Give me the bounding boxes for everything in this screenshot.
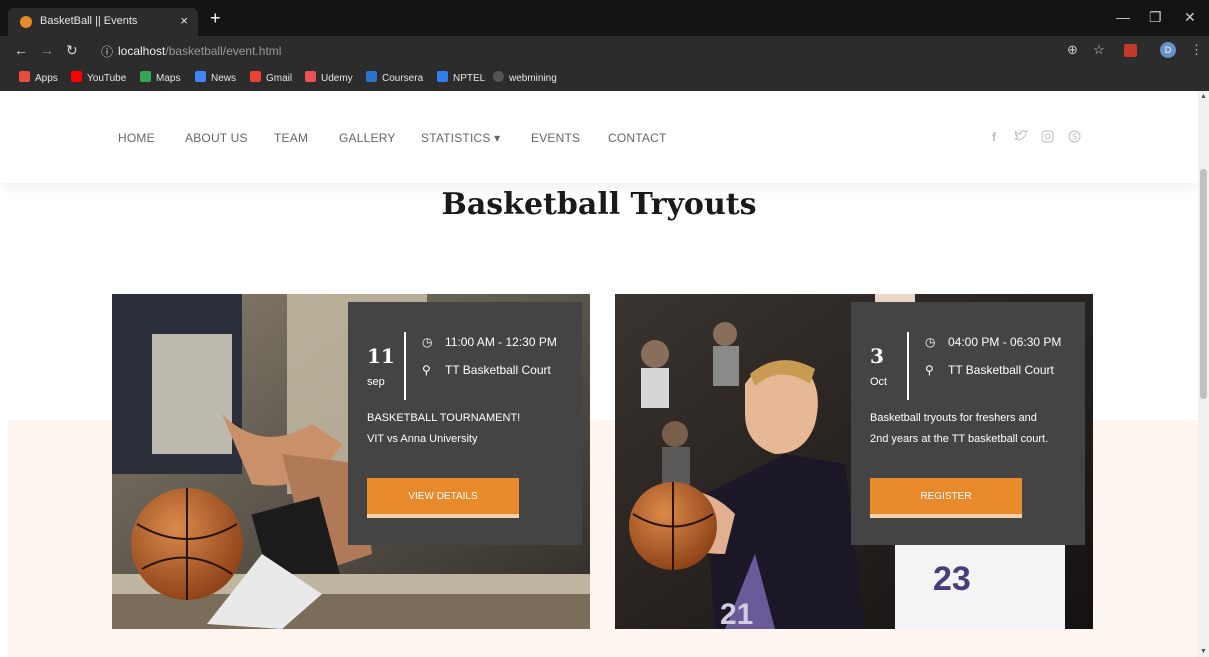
udemy-icon (305, 71, 316, 82)
bookmark-label: webmining (509, 73, 557, 84)
bookmark-gmail[interactable]: Gmail (250, 71, 292, 84)
pdf-extension-icon[interactable] (1124, 44, 1137, 57)
clock-icon: ◷ (422, 335, 433, 349)
event-location: ⚲ TT Basketball Court (925, 363, 1054, 377)
location-pin-icon: ⚲ (925, 363, 934, 377)
page-scrollbar[interactable]: ▲ ▼ (1198, 91, 1209, 657)
nav-about-us[interactable]: ABOUT US (185, 131, 248, 145)
new-tab-button[interactable]: + (210, 8, 221, 29)
scrollbar-thumb[interactable] (1200, 169, 1207, 399)
bookmark-coursera[interactable]: Coursera (366, 71, 423, 84)
svg-text:23: 23 (933, 560, 971, 598)
nav-team[interactable]: TEAM (274, 131, 308, 145)
bookmark-label: Apps (35, 73, 58, 84)
news-icon (195, 71, 206, 82)
bookmarks-bar: Apps YouTube Maps News Gmail Udemy Cours… (0, 65, 1209, 92)
github-icon (493, 71, 504, 82)
bookmark-news[interactable]: News (195, 71, 236, 84)
bookmark-label: News (211, 73, 237, 84)
event-time: ◷ 11:00 AM - 12:30 PM (422, 335, 557, 349)
reload-icon[interactable]: ↻ (66, 42, 78, 59)
basketball-favicon-icon (20, 16, 32, 28)
scroll-up-icon[interactable]: ▲ (1200, 93, 1207, 100)
back-icon[interactable]: ← (14, 42, 28, 58)
event-desc-line-1: Basketball tryouts for freshers and (870, 412, 1037, 424)
nav-home[interactable]: HOME (118, 131, 155, 145)
info-icon[interactable]: ⓘ (101, 43, 113, 60)
event-location-text: TT Basketball Court (445, 363, 551, 377)
event-desc-line-1: BASKETBALL TOURNAMENT! (367, 412, 521, 424)
bookmark-label: Gmail (266, 73, 293, 84)
browser-titlebar: BasketBall || Events × + — ❐ ✕ (0, 0, 1209, 36)
nptel-icon (437, 71, 448, 82)
minimize-icon[interactable]: — (1116, 9, 1130, 25)
event-month: Oct (870, 376, 888, 388)
bookmark-maps[interactable]: Maps (140, 71, 180, 84)
view-details-button[interactable]: VIEW DETAILS (367, 478, 519, 518)
scroll-down-icon[interactable]: ▼ (1200, 648, 1207, 655)
event-month: sep (367, 376, 385, 388)
bookmark-youtube[interactable]: YouTube (71, 71, 126, 84)
event-time: ◷ 04:00 PM - 06:30 PM (925, 335, 1061, 349)
bookmark-label: Udemy (321, 73, 353, 84)
register-button[interactable]: REGISTER (870, 478, 1022, 518)
facebook-icon[interactable]: f (992, 130, 996, 144)
bookmark-label: YouTube (87, 73, 127, 84)
url-text: localhost/basketball/event.html (118, 44, 281, 58)
svg-text:21: 21 (720, 598, 753, 629)
apps-grid-icon (19, 71, 30, 82)
zoom-icon[interactable]: ⊕ (1067, 42, 1078, 58)
event-day: 11 (367, 344, 395, 368)
bookmark-nptel[interactable]: NPTEL (437, 71, 485, 84)
tab-title: BasketBall || Events (40, 15, 138, 27)
instagram-icon[interactable] (1041, 130, 1054, 146)
event-info-card-2: 3 Oct ◷ 04:00 PM - 06:30 PM ⚲ TT Basketbal… (851, 302, 1085, 545)
maps-icon (140, 71, 151, 82)
location-pin-icon: ⚲ (422, 363, 431, 377)
page-viewport: HOME ABOUT US TEAM GALLERY STATISTICS ▾ … (0, 91, 1198, 657)
date-divider (907, 332, 909, 400)
svg-text:S: S (1072, 133, 1077, 142)
url-host: localhost (118, 44, 166, 58)
bookmark-webmining[interactable]: webmining (493, 71, 557, 84)
browser-tab[interactable]: BasketBall || Events × (8, 8, 198, 36)
event-desc-line-2: 2nd years at the TT basketball court. (870, 433, 1049, 445)
restore-icon[interactable]: ❐ (1149, 9, 1162, 26)
bookmark-udemy[interactable]: Udemy (305, 71, 353, 84)
url-path: /basketball/event.html (165, 44, 282, 58)
clock-icon: ◷ (925, 335, 936, 349)
twitter-icon[interactable] (1013, 130, 1029, 145)
gmail-icon (250, 71, 261, 82)
event-location-text: TT Basketball Court (948, 363, 1054, 377)
nav-gallery[interactable]: GALLERY (339, 131, 396, 145)
event-time-text: 04:00 PM - 06:30 PM (948, 335, 1062, 349)
bookmark-label: NPTEL (453, 73, 486, 84)
skype-icon[interactable]: S (1068, 130, 1081, 146)
address-bar[interactable]: ⓘ localhost/basketball/event.html (96, 40, 1082, 61)
event-location: ⚲ TT Basketball Court (422, 363, 551, 377)
nav-events[interactable]: EVENTS (531, 131, 580, 145)
bookmark-star-icon[interactable]: ☆ (1093, 42, 1105, 58)
bookmark-label: Coursera (382, 73, 424, 84)
bookmark-label: Maps (156, 73, 181, 84)
profile-avatar[interactable]: D (1160, 42, 1176, 58)
event-desc-line-2: VIT vs Anna University (367, 433, 478, 445)
coursera-icon (366, 71, 377, 82)
event-time-text: 11:00 AM - 12:30 PM (445, 335, 557, 349)
date-divider (404, 332, 406, 400)
window-close-icon[interactable]: ✕ (1184, 9, 1196, 26)
nav-contact[interactable]: CONTACT (608, 131, 667, 145)
tab-close-icon[interactable]: × (180, 13, 188, 28)
browser-toolbar: ← → ↻ ⓘ localhost/basketball/event.html … (0, 36, 1209, 65)
forward-icon[interactable]: → (40, 42, 54, 58)
youtube-icon (71, 71, 82, 82)
menu-kebab-icon[interactable]: ⋮ (1190, 42, 1203, 58)
event-day: 3 (870, 344, 884, 368)
bookmark-apps[interactable]: Apps (19, 71, 58, 84)
page-title: Basketball Tryouts (441, 187, 757, 222)
site-navbar: HOME ABOUT US TEAM GALLERY STATISTICS ▾ … (0, 91, 1198, 183)
event-info-card-1: 11 sep ◷ 11:00 AM - 12:30 PM ⚲ TT Basketba… (348, 302, 582, 545)
nav-statistics-dropdown[interactable]: STATISTICS ▾ (421, 131, 500, 145)
